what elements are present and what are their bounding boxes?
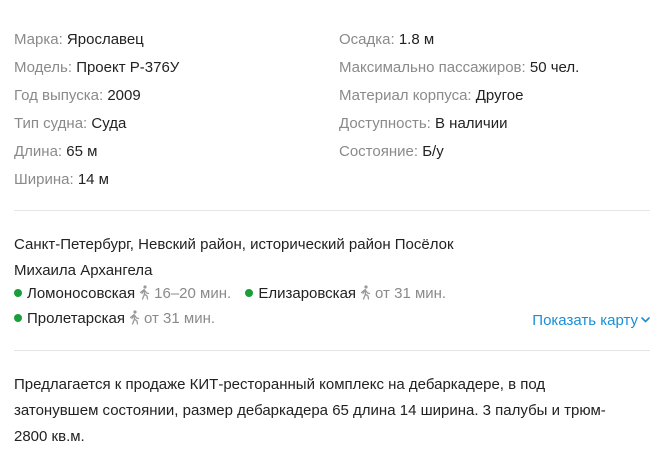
param-max-passengers: Максимально пассажиров: 50 чел. (339, 57, 659, 85)
param-label: Осадка: (339, 31, 395, 48)
show-map-link[interactable]: Показать карту (532, 310, 650, 332)
divider (14, 210, 650, 211)
param-draft: Осадка: 1.8 м (339, 29, 659, 57)
show-map-label: Показать карту (532, 312, 638, 329)
address: Санкт-Петербург, Невский район, историче… (14, 232, 534, 284)
param-value: Другое (475, 87, 524, 104)
walk-icon (139, 285, 150, 300)
param-label: Состояние: (339, 143, 419, 160)
address-line: Санкт-Петербург, Невский район, историче… (14, 236, 454, 253)
walk-icon (129, 310, 140, 325)
chevron-down-icon (641, 317, 650, 323)
metro-row: Пролетарская от 31 мин. (14, 308, 225, 330)
metro-dot-icon (245, 289, 254, 297)
param-value: Проект Р-376У (76, 59, 180, 76)
param-model: Модель: Проект Р-376У (14, 57, 334, 85)
param-year: Год выпуска: 2009 (14, 85, 334, 113)
metro-station[interactable]: Ломоносовская 16–20 мин. (14, 283, 231, 305)
param-label: Материал корпуса: (339, 87, 472, 104)
params-column-left: Марка: Ярославец Модель: Проект Р-376У Г… (14, 29, 334, 197)
param-label: Ширина: (14, 171, 74, 188)
walk-icon (360, 285, 371, 300)
description-line: 2800 кв.м. (14, 428, 85, 445)
param-label: Год выпуска: (14, 87, 104, 104)
metro-row: Ломоносовская 16–20 мин. Елизаровская от 3… (14, 283, 456, 305)
param-hull-material: Материал корпуса: Другое (339, 85, 659, 113)
param-label: Марка: (14, 31, 63, 48)
metro-name: Пролетарская (27, 310, 125, 327)
metro-time: 16–20 мин. (154, 285, 232, 302)
param-length: Длина: 65 м (14, 141, 334, 169)
description-line: затонувшем состоянии, размер дебаркадера… (14, 402, 606, 419)
metro-name: Елизаровская (258, 285, 357, 302)
param-value: 65 м (66, 143, 98, 160)
param-value: В наличии (434, 115, 508, 132)
param-label: Модель: (14, 59, 73, 76)
description: Предлагается к продаже КИТ-ресторанный к… (14, 372, 654, 450)
param-vessel-type: Тип судна: Суда (14, 113, 334, 141)
metro-station[interactable]: Елизаровская от 31 мин. (245, 283, 446, 305)
params-column-right: Осадка: 1.8 м Максимально пассажиров: 50… (339, 29, 659, 169)
metro-time: от 31 мин. (375, 285, 447, 302)
param-availability: Доступность: В наличии (339, 113, 659, 141)
param-value: 1.8 м (398, 31, 435, 48)
param-value: 50 чел. (529, 59, 580, 76)
param-label: Максимально пассажиров: (339, 59, 526, 76)
metro-dot-icon (14, 314, 22, 322)
param-value: Б/у (422, 143, 444, 160)
metro-dot-icon (14, 289, 22, 297)
param-value: 14 м (77, 171, 109, 188)
metro-station[interactable]: Пролетарская от 31 мин. (14, 308, 215, 330)
divider (14, 350, 650, 351)
param-label: Доступность: (339, 115, 431, 132)
metro-time: от 31 мин. (143, 310, 216, 327)
param-label: Длина: (14, 143, 63, 160)
param-width: Ширина: 14 м (14, 169, 334, 197)
metro-name: Ломоносовская (27, 285, 136, 302)
param-condition: Состояние: Б/у (339, 141, 659, 169)
param-label: Тип судна: (14, 115, 88, 132)
param-value: Суда (91, 115, 127, 132)
param-value: Ярославец (66, 31, 144, 48)
param-brand: Марка: Ярославец (14, 29, 334, 57)
param-value: 2009 (107, 87, 141, 104)
description-line: Предлагается к продаже КИТ-ресторанный к… (14, 376, 546, 393)
address-line: Михаила Архангела (14, 262, 153, 279)
